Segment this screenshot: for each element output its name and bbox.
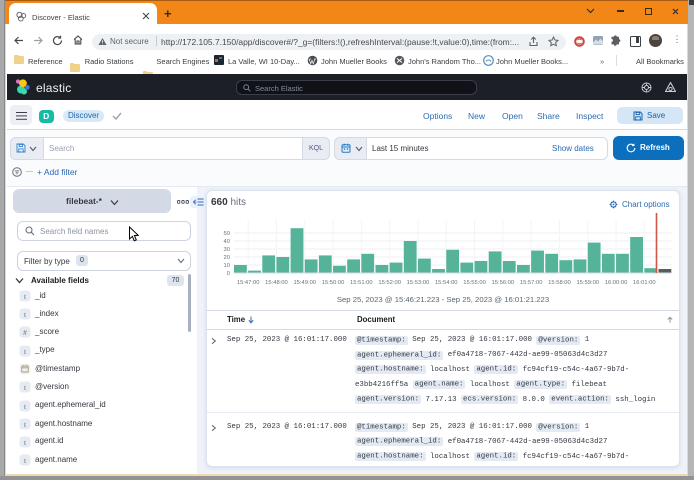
svg-text:20: 20 [224,255,230,261]
svg-text:15:50:00: 15:50:00 [322,280,345,286]
svg-text:15:55:00: 15:55:00 [463,280,486,286]
svg-text:15:58:00: 15:58:00 [548,280,571,286]
svg-text:16:00:00: 16:00:00 [605,280,628,286]
svg-text:40: 40 [224,239,230,245]
svg-text:15:54:00: 15:54:00 [435,280,458,286]
svg-text:0: 0 [227,271,230,277]
svg-text:15:52:00: 15:52:00 [378,280,401,286]
svg-text:10: 10 [224,263,230,269]
svg-text:16:01:00: 16:01:00 [633,280,656,286]
svg-text:15:53:00: 15:53:00 [407,280,430,286]
svg-text:15:49:00: 15:49:00 [293,280,316,286]
svg-text:15:57:00: 15:57:00 [520,280,543,286]
svg-text:15:59:00: 15:59:00 [576,280,599,286]
svg-text:15:56:00: 15:56:00 [492,280,515,286]
svg-text:#: # [23,328,27,337]
svg-text:50: 50 [224,231,230,237]
svg-text:15:48:00: 15:48:00 [265,280,288,286]
svg-text:30: 30 [224,247,230,253]
svg-text:15:47:00: 15:47:00 [237,280,260,286]
svg-text:15:51:00: 15:51:00 [350,280,373,286]
